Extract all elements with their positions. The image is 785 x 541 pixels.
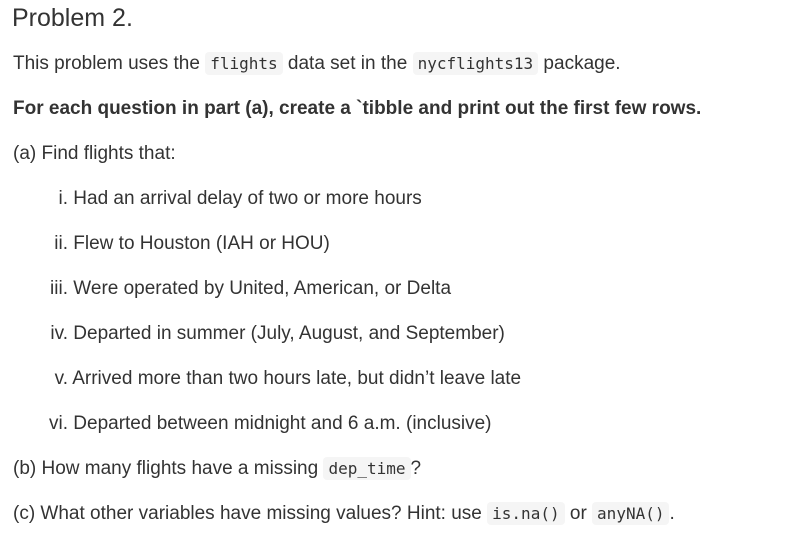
part-a-item: ii. Flew to Houston (IAH or HOU) xyxy=(0,232,330,256)
code-nycflights13: nycflights13 xyxy=(412,52,539,75)
item-number: i. xyxy=(58,188,69,209)
intro-text-2: data set in the xyxy=(282,53,413,74)
part-c: (c) What other variables have missing va… xyxy=(13,502,675,526)
item-number: iv. xyxy=(50,323,68,344)
problem-title: Problem 2. xyxy=(12,4,133,32)
part-b-text-2: ? xyxy=(410,458,422,479)
code-dep-time: dep_time xyxy=(323,457,411,480)
item-text: Were operated by United, American, or De… xyxy=(73,278,452,299)
part-a-item: iii. Were operated by United, American, … xyxy=(0,277,451,301)
item-number: iii. xyxy=(50,278,68,299)
intro-paragraph: This problem uses the flights data set i… xyxy=(13,52,621,76)
item-text: Arrived more than two hours late, but di… xyxy=(72,368,522,389)
code-flights: flights xyxy=(205,52,283,75)
intro-text-1: This problem uses the xyxy=(13,53,206,74)
part-b: (b) How many flights have a missing dep_… xyxy=(13,457,421,481)
part-b-text-1: (b) How many flights have a missing xyxy=(13,458,324,479)
item-text: Flew to Houston (IAH or HOU) xyxy=(73,233,330,254)
part-a-item: v. Arrived more than two hours late, but… xyxy=(0,367,521,391)
item-text: Departed between midnight and 6 a.m. (in… xyxy=(73,413,492,434)
part-a-label: (a) Find flights that: xyxy=(13,143,176,164)
item-number: ii. xyxy=(54,233,68,254)
item-number: vi. xyxy=(49,413,68,434)
instruction-text: For each question in part (a), create a … xyxy=(13,98,702,119)
intro-text-3: package. xyxy=(538,53,621,74)
part-a-item: vi. Departed between midnight and 6 a.m.… xyxy=(0,412,492,436)
item-text: Had an arrival delay of two or more hour… xyxy=(73,188,422,209)
code-anyna: anyNA() xyxy=(592,502,670,525)
item-text: Departed in summer (July, August, and Se… xyxy=(73,323,505,344)
item-number: v. xyxy=(54,368,68,389)
code-is-na: is.na() xyxy=(487,502,565,525)
part-c-text-1: (c) What other variables have missing va… xyxy=(13,503,488,524)
part-a-item: iv. Departed in summer (July, August, an… xyxy=(0,322,505,346)
part-a-item: i. Had an arrival delay of two or more h… xyxy=(0,187,422,211)
part-c-text-3: . xyxy=(669,503,675,524)
part-c-text-2: or xyxy=(564,503,593,524)
